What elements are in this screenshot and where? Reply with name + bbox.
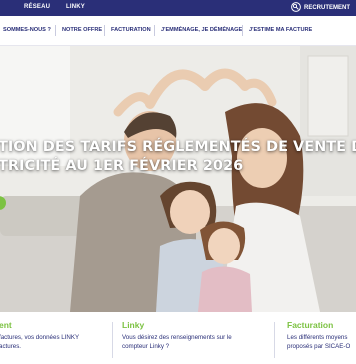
card-text-line1: Vous désirez des renseignements sur le	[122, 334, 232, 341]
nav-item-notre-offre[interactable]: NOTRE OFFRE	[62, 27, 102, 33]
card-divider	[112, 322, 113, 358]
recruitment-label: RECRUTEMENT	[304, 5, 350, 11]
card-title: Facturation	[287, 320, 334, 330]
top-utility-bar: RÉSEAU LINKY RECRUTEMENT	[0, 0, 356, 16]
nav-separator	[55, 25, 56, 36]
hero-headline-line2: TRICITÉ AU 1ER FÉVRIER 2026	[0, 158, 244, 174]
service-cards: ent factures, vos données LINKY actures.…	[0, 312, 356, 364]
card-text-line1: factures, vos données LINKY	[0, 334, 80, 341]
card-facturation[interactable]: Facturation Les différents moyens propos…	[287, 312, 356, 364]
nav-item-estime-facture[interactable]: J'ESTIME MA FACTURE	[249, 27, 312, 33]
nav-item-facturation[interactable]: FACTURATION	[111, 27, 151, 33]
nav-item-qui-sommes-nous[interactable]: SOMMES-NOUS ?	[3, 27, 51, 33]
topbar-link-reseau[interactable]: RÉSEAU	[24, 4, 50, 10]
hero-headline-line1: TION DES TARIFS RÉGLEMENTÉS DE VENTE DE	[0, 139, 356, 155]
recruitment-icon	[291, 0, 301, 17]
recruitment-link[interactable]: RECRUTEMENT	[291, 1, 350, 15]
card-text-line1: Les différents moyens	[287, 334, 348, 341]
card-title: Linky	[122, 320, 145, 330]
card-linky[interactable]: Linky Vous désirez des renseignements su…	[122, 312, 262, 364]
card-title: ent	[0, 320, 12, 330]
card-text-line2: actures.	[0, 342, 22, 350]
card-divider	[274, 322, 275, 358]
hero-banner: TION DES TARIFS RÉGLEMENTÉS DE VENTE DE …	[0, 46, 356, 312]
card-text-line2: compteur Linky ?	[122, 342, 170, 350]
nav-separator	[104, 25, 105, 36]
family-photo	[0, 46, 356, 312]
main-nav: SOMMES-NOUS ? NOTRE OFFRE FACTURATION J'…	[0, 16, 356, 46]
nav-separator	[154, 25, 155, 36]
hero-headline: TION DES TARIFS RÉGLEMENTÉS DE VENTE DE …	[0, 138, 356, 176]
nav-separator	[242, 25, 243, 36]
card-text-line2: proposés par SICAE-O	[287, 342, 351, 350]
topbar-link-linky[interactable]: LINKY	[66, 4, 85, 10]
card-espace-client[interactable]: ent factures, vos données LINKY actures.	[0, 312, 109, 364]
nav-item-emmenage-demenage[interactable]: J'EMMÉNAGE, JE DÉMÉNAGE	[161, 27, 242, 33]
